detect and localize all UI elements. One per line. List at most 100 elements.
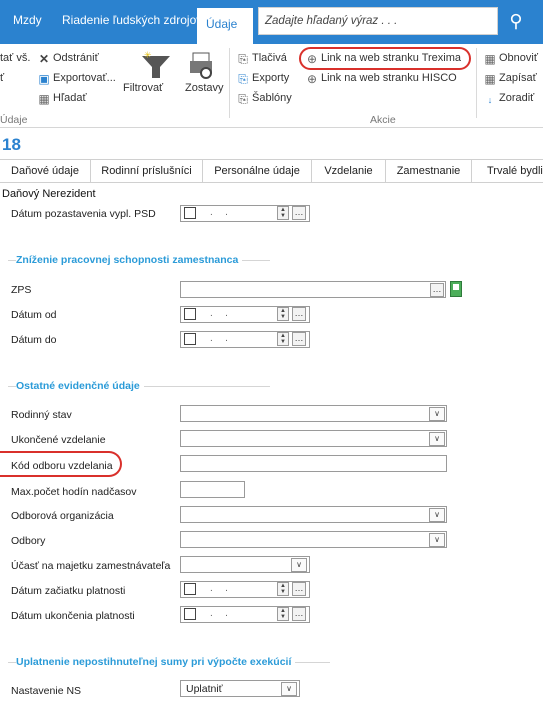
date-separators: . .	[210, 583, 229, 594]
find-label: Hľadať	[53, 92, 87, 104]
tab-danove-udaje[interactable]: Daňové údaje	[0, 160, 91, 182]
export-icon: ▣	[38, 72, 50, 86]
svg-text:✳: ✳	[144, 50, 152, 60]
spinner-icon[interactable]: ▲ ▼	[277, 332, 289, 346]
date-from-label: Dátum od	[11, 309, 57, 321]
tab-vzdelanie[interactable]: Vzdelanie	[312, 160, 386, 182]
sort-button[interactable]: ↓ Zoradiť	[484, 92, 535, 106]
find-button[interactable]: ▦ Hľadať	[38, 92, 87, 106]
zps-label: ZPS	[11, 284, 32, 296]
refresh-button[interactable]: ▦ Obnoviť	[484, 52, 538, 65]
tab-rodinni-prislusnici[interactable]: Rodinní príslušníci	[91, 160, 203, 182]
menu-udaje[interactable]: Údaje	[197, 8, 253, 44]
remove-button[interactable]: ✕ Odstrániť	[38, 52, 99, 65]
education-select[interactable]	[180, 430, 447, 447]
spinner-icon[interactable]: ▲ ▼	[277, 582, 289, 596]
date-to-checkbox[interactable]	[184, 333, 196, 345]
ribbon-truncated-2[interactable]: ť	[0, 72, 4, 84]
export-label: Exportovať...	[53, 72, 116, 84]
marital-status-select[interactable]	[180, 405, 447, 422]
ellipsis-button[interactable]: …	[292, 307, 306, 321]
psd-date-field[interactable]	[180, 205, 310, 222]
chevron-down-icon[interactable]: ∨	[429, 432, 445, 446]
zps-field[interactable]	[180, 281, 446, 298]
psd-date-checkbox[interactable]	[184, 207, 196, 219]
ns-label: Nastavenie NS	[11, 685, 82, 697]
filter-button[interactable]: Filtrovať	[123, 82, 163, 94]
marital-status-label: Rodinný stav	[11, 409, 72, 421]
validity-end-label: Dátum ukončenia platnosti	[11, 610, 135, 622]
refresh-label: Obnoviť	[499, 52, 538, 64]
write-label: Zapísať	[499, 72, 537, 84]
sort-az-icon: ↓	[487, 95, 493, 105]
template-icon: ⎘	[238, 92, 248, 106]
highlight-oval-edu-code	[0, 451, 122, 477]
record-number: 18	[2, 135, 21, 154]
chevron-down-icon[interactable]: ∨	[429, 508, 445, 522]
reports-button[interactable]: Zostavy	[185, 82, 224, 94]
menu-riadenie[interactable]: Riadenie ľudských zdrojov	[62, 13, 202, 27]
chevron-down-icon[interactable]: ∨	[291, 558, 307, 572]
menu-udaje-label: Údaje	[206, 17, 238, 31]
tab-bar: Daňové údaje Rodinní príslušníci Personá…	[0, 159, 543, 183]
tab-zamestnanie[interactable]: Zamestnanie	[386, 160, 472, 182]
sort-label: Zoradiť	[499, 92, 535, 104]
search-input[interactable]: Zadajte hľadaný výraz . . .	[258, 7, 498, 35]
subheader: Daňový Nerezident	[2, 188, 96, 200]
validity-start-field[interactable]	[180, 581, 310, 598]
tab-personalne-udaje[interactable]: Personálne údaje	[203, 160, 312, 182]
templates-button[interactable]: ⎘ Šablóny	[237, 92, 292, 105]
link-hisco-label: Link na web stranku HISCO	[321, 72, 457, 84]
ribbon-truncated-1[interactable]: tať vš.	[0, 52, 30, 64]
spinner-icon[interactable]: ▲ ▼	[277, 206, 289, 220]
table-write-icon: ▦	[484, 72, 496, 86]
group-label-udaje: Údaje	[0, 114, 28, 126]
chevron-down-icon[interactable]: ∨	[429, 407, 445, 421]
chevron-down-icon[interactable]: ∨	[281, 682, 297, 696]
printer-report-icon	[188, 50, 216, 80]
union-org-select[interactable]	[180, 506, 447, 523]
search-icon[interactable]: ⚲	[498, 7, 534, 35]
validity-end-checkbox[interactable]	[184, 608, 196, 620]
validity-start-checkbox[interactable]	[184, 583, 196, 595]
green-tag-icon[interactable]	[450, 281, 462, 297]
max-hours-label: Max.počet hodín nadčasov	[11, 486, 137, 498]
close-icon: ✕	[38, 52, 50, 66]
exports-button[interactable]: ⎘ Exporty	[237, 72, 289, 85]
filter-icon: ✳	[138, 50, 174, 80]
date-to-field[interactable]	[180, 331, 310, 348]
write-button[interactable]: ▦ Zapísať	[484, 72, 537, 86]
date-separators: . .	[210, 608, 229, 619]
validity-start-label: Dátum začiatku platnosti	[11, 585, 126, 597]
spinner-icon[interactable]: ▲ ▼	[277, 307, 289, 321]
search-placeholder: Zadajte hľadaný výraz . . .	[265, 15, 398, 27]
ellipsis-button[interactable]: …	[292, 582, 306, 596]
unions-select[interactable]	[180, 531, 447, 548]
exports-label: Exporty	[252, 72, 290, 84]
chevron-down-icon[interactable]: ∨	[429, 533, 445, 547]
psd-date-label: Dátum pozastavenia vypl. PSD	[11, 208, 156, 220]
menu-mzdy[interactable]: Mzdy	[13, 13, 42, 27]
date-separators: . .	[210, 207, 229, 218]
zps-ellipsis-button[interactable]: …	[430, 283, 444, 297]
max-hours-field[interactable]	[180, 481, 245, 498]
print-label: Tlačivá	[252, 52, 287, 64]
spinner-icon[interactable]: ▲ ▼	[277, 607, 289, 621]
edu-code-field[interactable]	[180, 455, 447, 472]
date-from-field[interactable]	[180, 306, 310, 323]
table-refresh-icon: ▦	[484, 52, 496, 66]
grid-search-icon: ▦	[38, 92, 50, 106]
ellipsis-button[interactable]: …	[292, 607, 306, 621]
export-doc-icon: ⎘	[238, 72, 248, 86]
print-forms-button[interactable]: ⎘ Tlačivá	[237, 52, 287, 65]
ellipsis-button[interactable]: …	[292, 206, 306, 220]
highlight-oval-trexima	[299, 47, 471, 70]
link-hisco-button[interactable]: ⊕ Link na web stranku HISCO	[306, 72, 457, 85]
tab-trvale-bydlisko[interactable]: Trvalé bydlis	[472, 160, 543, 182]
validity-end-field[interactable]	[180, 606, 310, 623]
ribbon-separator	[229, 48, 230, 118]
date-from-checkbox[interactable]	[184, 308, 196, 320]
export-button[interactable]: ▣ Exportovať...	[38, 72, 116, 85]
ellipsis-button[interactable]: …	[292, 332, 306, 346]
ribbon-separator	[476, 48, 477, 118]
